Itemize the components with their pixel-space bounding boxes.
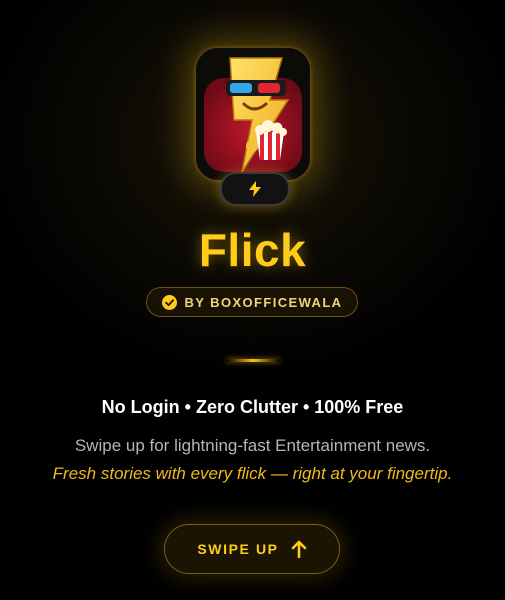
app-title: Flick: [198, 224, 307, 276]
app-icon: [196, 48, 310, 180]
accent-divider: [226, 359, 280, 362]
arrow-up-icon: [291, 540, 306, 558]
tagline-text: Fresh stories with every flick — right a…: [52, 464, 453, 483]
feature-highlights: No Login • Zero Clutter • 100% Free: [101, 397, 404, 417]
description-text: Swipe up for lightning-fast Entertainmen…: [74, 436, 431, 455]
swipe-up-button[interactable]: SWIPE UP: [164, 524, 340, 574]
flick-mascot-icon: [196, 48, 310, 180]
welcome-screen: Flick BY BOXOFFICEWALA No Login • Zero C…: [0, 0, 505, 600]
publisher-label: BY BOXOFFICEWALA: [184, 294, 343, 310]
swipe-up-label: SWIPE UP: [197, 541, 279, 557]
verified-check-icon: [161, 294, 177, 310]
lightning-badge: [220, 172, 290, 206]
lightning-bolt-icon: [249, 181, 261, 197]
publisher-badge: BY BOXOFFICEWALA: [146, 287, 358, 317]
